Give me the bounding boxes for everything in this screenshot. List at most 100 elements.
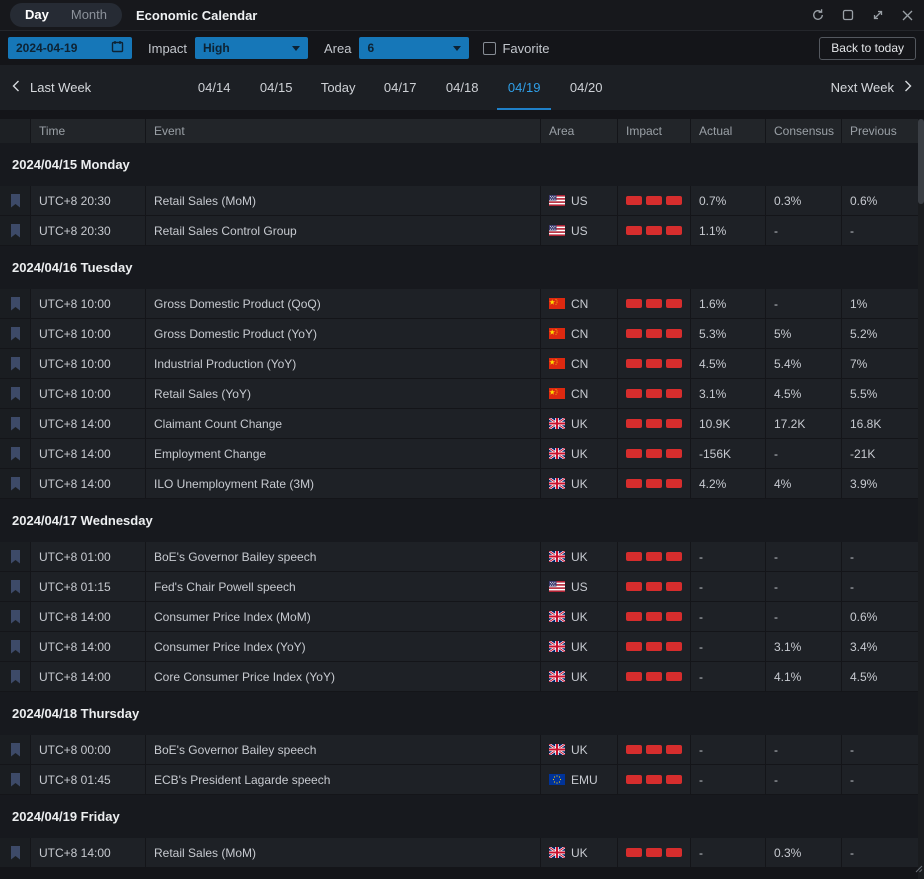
cn-flag-icon: [549, 298, 565, 309]
actual-cell: 4.5%: [691, 349, 765, 378]
actual-cell: -156K: [691, 439, 765, 468]
chevron-right-icon: [904, 80, 912, 95]
vertical-scrollbar[interactable]: [918, 119, 924, 879]
bookmark-icon[interactable]: [0, 186, 30, 215]
bookmark-icon[interactable]: [0, 765, 30, 794]
table-row[interactable]: UTC+8 10:00Retail Sales (YoY)CN3.1%4.5%5…: [0, 379, 918, 408]
impact-cell: [618, 289, 690, 318]
event-cell: BoE's Governor Bailey speech: [146, 735, 540, 764]
bookmark-icon[interactable]: [0, 602, 30, 631]
table-row[interactable]: UTC+8 14:00Retail Sales (MoM)UK-0.3%-: [0, 838, 918, 867]
scrollbar-thumb[interactable]: [918, 119, 924, 204]
bookmark-icon[interactable]: [0, 289, 30, 318]
table-row[interactable]: UTC+8 14:00Consumer Price Index (MoM)UK-…: [0, 602, 918, 631]
week-day-tab[interactable]: Today: [307, 65, 369, 110]
consensus-cell: -: [766, 765, 841, 794]
previous-cell: -: [842, 765, 918, 794]
date-picker[interactable]: 2024-04-19: [8, 37, 132, 59]
chevron-left-icon: [12, 80, 20, 95]
bookmark-icon[interactable]: [0, 379, 30, 408]
week-day-tab[interactable]: 04/19: [493, 65, 555, 110]
bookmark-icon[interactable]: [0, 632, 30, 661]
close-icon[interactable]: [901, 9, 914, 22]
area-select[interactable]: 6: [359, 37, 469, 59]
bookmark-icon[interactable]: [0, 319, 30, 348]
time-cell: UTC+8 14:00: [31, 409, 145, 438]
popout-icon[interactable]: [841, 8, 855, 22]
table-row[interactable]: UTC+8 14:00ILO Unemployment Rate (3M)UK4…: [0, 469, 918, 498]
impact-cell: [618, 765, 690, 794]
impact-indicator: [626, 329, 682, 338]
bookmark-icon[interactable]: [0, 216, 30, 245]
previous-cell: 3.9%: [842, 469, 918, 498]
impact-cell: [618, 439, 690, 468]
bookmark-icon[interactable]: [0, 439, 30, 468]
time-cell: UTC+8 14:00: [31, 439, 145, 468]
event-cell: Gross Domestic Product (QoQ): [146, 289, 540, 318]
table-row[interactable]: UTC+8 14:00Employment ChangeUK-156K--21K: [0, 439, 918, 468]
table-row[interactable]: UTC+8 00:00BoE's Governor Bailey speechU…: [0, 735, 918, 764]
window-titlebar: Day Month Economic Calendar: [0, 0, 924, 31]
actual-cell: 1.6%: [691, 289, 765, 318]
view-switch: Day Month: [10, 3, 122, 27]
tab-month[interactable]: Month: [60, 3, 118, 27]
bookmark-icon[interactable]: [0, 662, 30, 691]
date-group-header: 2024/04/18 Thursday: [0, 692, 918, 735]
consensus-cell: -: [766, 602, 841, 631]
table-row[interactable]: UTC+8 20:30Retail Sales Control GroupUS1…: [0, 216, 918, 245]
refresh-icon[interactable]: [811, 8, 825, 22]
time-cell: UTC+8 10:00: [31, 289, 145, 318]
impact-indicator: [626, 848, 682, 857]
consensus-cell: -: [766, 289, 841, 318]
table-row[interactable]: UTC+8 14:00Consumer Price Index (YoY)UK-…: [0, 632, 918, 661]
bookmark-icon[interactable]: [0, 469, 30, 498]
week-day-tab[interactable]: 04/14: [183, 65, 245, 110]
bookmark-icon[interactable]: [0, 542, 30, 571]
bookmark-icon[interactable]: [0, 572, 30, 601]
impact-cell: [618, 542, 690, 571]
area-cell: CN: [541, 379, 617, 408]
table-row[interactable]: UTC+8 20:30Retail Sales (MoM)US0.7%0.3%0…: [0, 186, 918, 215]
week-day-tab[interactable]: 04/18: [431, 65, 493, 110]
next-week-button[interactable]: Next Week: [831, 80, 912, 95]
event-cell: Retail Sales (MoM): [146, 186, 540, 215]
week-day-tab[interactable]: 04/17: [369, 65, 431, 110]
impact-select[interactable]: High: [195, 37, 308, 59]
resize-handle-icon[interactable]: [915, 860, 923, 878]
bookmark-icon[interactable]: [0, 838, 30, 867]
header-bookmark-col: [0, 119, 30, 143]
table-row[interactable]: UTC+8 14:00Claimant Count ChangeUK10.9K1…: [0, 409, 918, 438]
date-group-header: 2024/04/16 Tuesday: [0, 246, 918, 289]
event-cell: Consumer Price Index (MoM): [146, 602, 540, 631]
expand-icon[interactable]: [871, 8, 885, 22]
bookmark-icon[interactable]: [0, 735, 30, 764]
table-row[interactable]: UTC+8 14:00Core Consumer Price Index (Yo…: [0, 662, 918, 691]
table-row[interactable]: UTC+8 10:00Industrial Production (YoY)CN…: [0, 349, 918, 378]
table-row[interactable]: UTC+8 10:00Gross Domestic Product (YoY)C…: [0, 319, 918, 348]
week-day-tab[interactable]: 04/15: [245, 65, 307, 110]
bookmark-icon[interactable]: [0, 409, 30, 438]
impact-cell: [618, 838, 690, 867]
actual-cell: -: [691, 572, 765, 601]
impact-indicator: [626, 196, 682, 205]
tab-day[interactable]: Day: [14, 3, 60, 27]
actual-cell: -: [691, 838, 765, 867]
table-row[interactable]: UTC+8 01:15Fed's Chair Powell speechUS--…: [0, 572, 918, 601]
back-to-today-button[interactable]: Back to today: [819, 37, 916, 60]
impact-indicator: [626, 359, 682, 368]
last-week-button[interactable]: Last Week: [12, 80, 91, 95]
calendar-table: Time Event Area Impact Actual Consensus …: [0, 119, 918, 867]
uk-flag-icon: [549, 448, 565, 459]
impact-indicator: [626, 582, 682, 591]
table-row[interactable]: UTC+8 10:00Gross Domestic Product (QoQ)C…: [0, 289, 918, 318]
bookmark-icon[interactable]: [0, 349, 30, 378]
impact-cell: [618, 319, 690, 348]
favorite-checkbox[interactable]: [483, 42, 496, 55]
us-flag-icon: [549, 195, 565, 206]
impact-indicator: [626, 672, 682, 681]
table-row[interactable]: UTC+8 01:45ECB's President Lagarde speec…: [0, 765, 918, 794]
area-cell: UK: [541, 439, 617, 468]
week-day-tab[interactable]: 04/20: [555, 65, 617, 110]
table-row[interactable]: UTC+8 01:00BoE's Governor Bailey speechU…: [0, 542, 918, 571]
previous-cell: 0.6%: [842, 186, 918, 215]
